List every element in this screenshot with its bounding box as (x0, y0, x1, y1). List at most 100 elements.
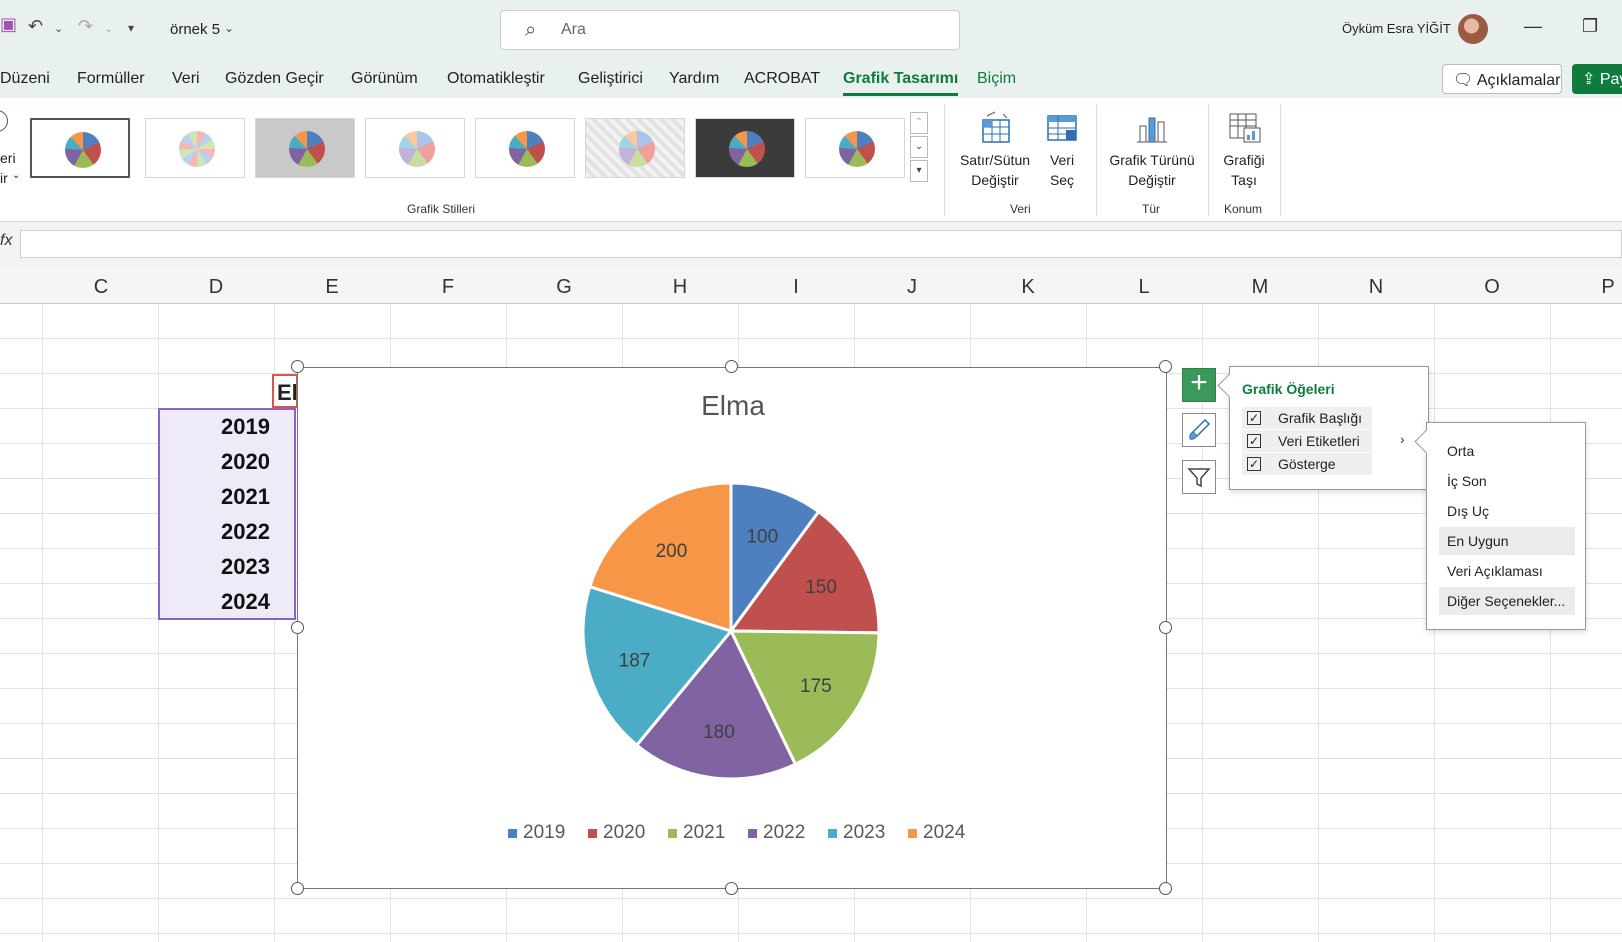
menu-item-more-options[interactable]: Diğer Seçenekler... (1439, 587, 1575, 615)
resize-handle-right[interactable] (1159, 621, 1172, 634)
chart-elements-button[interactable]: + (1182, 368, 1216, 402)
column-header-f[interactable]: F (428, 276, 468, 299)
chart-filters-button[interactable] (1182, 460, 1216, 494)
column-header-i[interactable]: I (776, 276, 816, 299)
column-header-l[interactable]: L (1124, 276, 1164, 299)
save-icon[interactable]: ▣ (0, 14, 17, 35)
chart-style-6[interactable] (585, 118, 685, 178)
legend-entry-2021[interactable]: 2021 (683, 822, 725, 843)
resize-handle-bottom-left[interactable] (291, 882, 304, 895)
column-header-j[interactable]: J (892, 276, 932, 299)
user-name[interactable]: Öyküm Esra YİĞİT (1342, 21, 1451, 36)
element-data-labels[interactable]: ✓ Veri Etiketleri (1242, 430, 1372, 452)
legend-entry-2019[interactable]: 2019 (523, 822, 565, 843)
data-label-2019[interactable]: 100 (746, 526, 778, 547)
data-label-2023[interactable]: 187 (619, 651, 651, 672)
resize-handle-bottom-right[interactable] (1159, 882, 1172, 895)
resize-handle-left[interactable] (291, 621, 304, 634)
column-header-p[interactable]: P (1588, 276, 1622, 299)
undo-icon[interactable]: ↶ (28, 16, 43, 37)
column-header-c[interactable]: C (81, 276, 121, 299)
fx-icon[interactable]: fx (0, 232, 12, 250)
cell-year-2020[interactable]: 2020 (160, 449, 270, 475)
column-header-o[interactable]: O (1472, 276, 1512, 299)
cell-year-2019[interactable]: 2019 (160, 414, 270, 440)
column-header-g[interactable]: G (544, 276, 584, 299)
customize-toolbar-icon[interactable]: ▾ (128, 21, 134, 35)
column-header-m[interactable]: M (1240, 276, 1280, 299)
quick-layout-icon[interactable] (0, 110, 8, 132)
change-chart-type-button[interactable]: Grafik Türünü Değiştir (1104, 110, 1200, 190)
tab-review[interactable]: Gözden Geçir (225, 70, 324, 88)
legend-entry-2023[interactable]: 2023 (843, 822, 885, 843)
resize-handle-top-left[interactable] (291, 360, 304, 373)
checkbox-data-labels[interactable]: ✓ (1247, 434, 1261, 448)
checkbox-legend[interactable]: ✓ (1247, 457, 1261, 471)
tab-view[interactable]: Görünüm (351, 70, 418, 88)
search-box[interactable]: ⌕ Ara (500, 10, 960, 50)
chart-style-1[interactable] (30, 118, 130, 178)
resize-handle-bottom[interactable] (725, 882, 738, 895)
column-header-k[interactable]: K (1008, 276, 1048, 299)
legend-entry-2024[interactable]: 2024 (923, 822, 966, 843)
checkbox-chart-title[interactable]: ✓ (1247, 411, 1261, 425)
redo-dropdown-icon[interactable]: ⌄ (104, 22, 113, 35)
quick-layout-label-1[interactable]: eri (0, 150, 16, 166)
cell-year-2024[interactable]: 2024 (160, 589, 270, 615)
data-label-2021[interactable]: 175 (800, 676, 832, 697)
comments-button[interactable]: 🗨 Açıklamalar (1442, 64, 1562, 94)
cell-year-2022[interactable]: 2022 (160, 519, 270, 545)
element-legend[interactable]: ✓ Gösterge (1242, 453, 1372, 475)
chart-style-3[interactable] (255, 118, 355, 178)
switch-row-column-button[interactable]: Satır/Sütun Değiştir (950, 110, 1040, 190)
chart-style-7[interactable] (695, 118, 795, 178)
chart-title[interactable]: Elma (298, 390, 1168, 422)
menu-item-best-fit[interactable]: En Uygun (1439, 527, 1575, 555)
chart-style-4[interactable] (365, 118, 465, 178)
legend-entry-2020[interactable]: 2020 (603, 822, 645, 843)
formula-input[interactable] (20, 230, 1622, 258)
element-chart-title[interactable]: ✓ Grafik Başlığı (1242, 407, 1372, 429)
column-header-h[interactable]: H (660, 276, 700, 299)
tab-automate[interactable]: Otomatikleştir (447, 70, 545, 88)
menu-item-data-callout[interactable]: Veri Açıklaması (1439, 557, 1575, 585)
tab-help[interactable]: Yardım (669, 70, 719, 88)
gallery-more-icon[interactable]: ▾ (910, 160, 928, 182)
chart-style-8[interactable] (805, 118, 905, 178)
restore-icon[interactable]: ❐ (1582, 16, 1598, 37)
document-name[interactable]: örnek 5 (170, 21, 220, 38)
minimize-icon[interactable]: — (1524, 16, 1542, 37)
avatar[interactable] (1458, 14, 1488, 44)
chart-style-2[interactable] (145, 118, 245, 178)
data-label-2024[interactable]: 200 (656, 541, 688, 562)
document-name-chevron-icon[interactable]: ⌄ (224, 21, 234, 35)
share-button[interactable]: ⇪ Pay (1572, 64, 1622, 94)
tab-acrobat[interactable]: ACROBAT (744, 70, 820, 88)
legend-entry-2022[interactable]: 2022 (763, 822, 805, 843)
gallery-up-icon[interactable]: ⌃ (910, 112, 928, 134)
tab-data[interactable]: Veri (172, 70, 200, 88)
chevron-right-icon[interactable]: › (1400, 431, 1405, 447)
column-header-e[interactable]: E (312, 276, 352, 299)
undo-dropdown-icon[interactable]: ⌄ (54, 22, 63, 35)
column-header-n[interactable]: N (1356, 276, 1396, 299)
tab-page-layout[interactable]: Düzeni (0, 70, 50, 88)
resize-handle-top-right[interactable] (1159, 360, 1172, 373)
menu-item-outside-end[interactable]: Dış Uç (1439, 497, 1575, 525)
header-cell-e[interactable]: El (272, 374, 298, 408)
chart-styles-button[interactable] (1182, 413, 1216, 447)
quick-layout-label-2[interactable]: ir (0, 170, 8, 186)
column-header-d[interactable]: D (196, 276, 236, 299)
select-data-button[interactable]: Veri Seç (1040, 110, 1084, 190)
menu-item-inside-end[interactable]: İç Son (1439, 467, 1575, 495)
resize-handle-top[interactable] (725, 360, 738, 373)
tab-developer[interactable]: Geliştirici (578, 70, 643, 88)
menu-item-center[interactable]: Orta (1439, 437, 1575, 465)
tab-formulas[interactable]: Formüller (77, 70, 145, 88)
chart-legend[interactable]: 2019 2020 2021 2022 2023 2024 (508, 822, 966, 843)
chart-style-5[interactable] (475, 118, 575, 178)
pie-chart[interactable]: 100 150 175 180 187 200 2019 2020 2021 2022 2023 2… (297, 367, 1167, 889)
tab-chart-design[interactable]: Grafik Tasarımı (843, 70, 959, 96)
data-label-2022[interactable]: 180 (703, 722, 735, 743)
move-chart-button[interactable]: Grafiği Taşı (1214, 110, 1274, 190)
